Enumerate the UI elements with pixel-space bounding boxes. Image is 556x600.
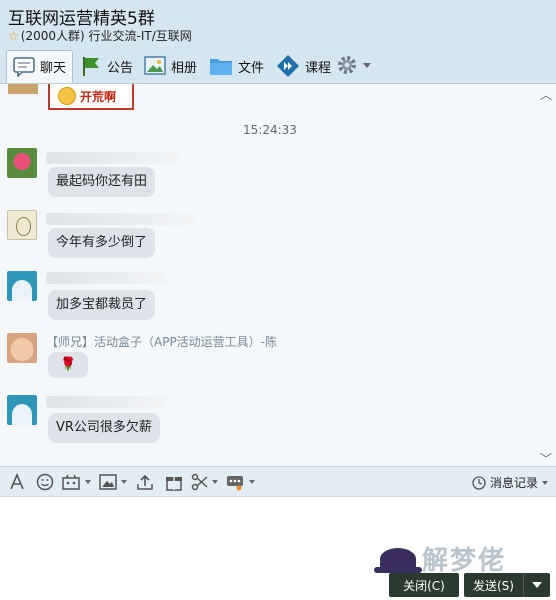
tab-files[interactable]: 文件: [203, 50, 270, 82]
watermark-logo: 解梦佬: [374, 540, 507, 577]
emoji-face-icon: [58, 87, 76, 105]
tab-chat-label: 聊天: [40, 61, 67, 76]
close-button[interactable]: 关闭(C): [389, 573, 459, 597]
sender-name-redacted: [46, 213, 196, 225]
avatar[interactable]: [7, 395, 37, 425]
flag-icon: [83, 57, 99, 76]
chevron-down-icon: [363, 62, 371, 68]
tab-album[interactable]: 相册: [138, 50, 203, 82]
tab-course-label: 课程: [305, 60, 332, 76]
sender-name-redacted: [46, 152, 180, 164]
tab-files-label: 文件: [238, 60, 265, 76]
upload-icon[interactable]: [136, 473, 154, 491]
avatar[interactable]: [7, 148, 37, 178]
clock-icon: [472, 475, 486, 490]
send-options-button[interactable]: [524, 573, 550, 597]
chevron-down-icon: [85, 480, 91, 484]
avatar[interactable]: [7, 210, 37, 240]
tab-chat[interactable]: 聊天: [6, 50, 74, 83]
course-icon: [277, 55, 299, 77]
scissors-icon[interactable]: [191, 473, 209, 491]
group-title: 互联网运营精英5群: [8, 9, 155, 29]
message-history-label: 消息记录: [489, 476, 538, 490]
message-bubble[interactable]: 今年有多少倒了: [48, 228, 156, 258]
tab-course[interactable]: 课程: [270, 50, 337, 82]
message-history-button[interactable]: 消息记录: [472, 474, 548, 491]
chevron-down-icon: [121, 480, 127, 484]
hat-icon: [374, 547, 422, 573]
settings-menu[interactable]: [336, 54, 371, 76]
more-tools-icon[interactable]: [226, 473, 244, 491]
message-timestamp: 15:24:33: [243, 123, 297, 137]
gift-icon[interactable]: [165, 473, 183, 491]
image-icon[interactable]: [99, 473, 117, 491]
avatar[interactable]: [7, 271, 37, 301]
chevron-down-icon: [212, 480, 218, 484]
message-bubble[interactable]: 🌹: [48, 352, 89, 378]
photo-icon: [144, 56, 166, 75]
avatar[interactable]: [7, 333, 37, 363]
group-subtitle: ☆ (2000人群) 行业交流-IT/互联网: [8, 27, 192, 44]
member-count: (2000人群): [20, 29, 85, 43]
chat-bubble-icon: [13, 56, 35, 77]
scroll-down-icon[interactable]: ﹀: [540, 450, 552, 467]
window-header: 互联网运营精英5群 ☆ (2000人群) 行业交流-IT/互联网: [0, 0, 556, 46]
tab-bar: 聊天 公告 相册 文件 课程: [0, 46, 556, 84]
scroll-up-icon[interactable]: ︿: [540, 86, 552, 103]
sender-name: 【师兄】活动盒子（APP活动运营工具）-陈: [46, 335, 278, 349]
group-category: 行业交流-IT/互联网: [88, 29, 192, 43]
emoji-icon[interactable]: [36, 473, 54, 491]
folder-icon: [210, 59, 232, 75]
message-bubble[interactable]: VR公司很多欠薪: [48, 413, 160, 443]
gear-icon: [338, 56, 356, 74]
chevron-down-icon: [249, 480, 255, 484]
gif-icon[interactable]: [62, 473, 80, 491]
font-icon[interactable]: [8, 473, 26, 491]
message-bubble[interactable]: 最起码你还有田: [48, 167, 156, 197]
watermark-text: 解梦佬: [422, 546, 507, 576]
message-bubble[interactable]: 加多宝都裁员了: [48, 290, 156, 320]
sticker-message: 开荒啊: [48, 84, 134, 110]
composer-toolbar: 消息记录: [0, 467, 556, 497]
send-button[interactable]: 发送(S): [464, 573, 524, 597]
avatar: [8, 84, 38, 94]
tab-announcement-label: 公告: [107, 60, 134, 76]
tab-announcement[interactable]: 公告: [74, 50, 139, 82]
star-icon: ☆: [8, 29, 19, 43]
sticker-text: 开荒啊: [80, 89, 117, 104]
sender-name-redacted: [46, 396, 166, 408]
tab-album-label: 相册: [171, 60, 198, 76]
sender-name-redacted: [46, 272, 166, 284]
chevron-down-icon: [542, 480, 548, 485]
